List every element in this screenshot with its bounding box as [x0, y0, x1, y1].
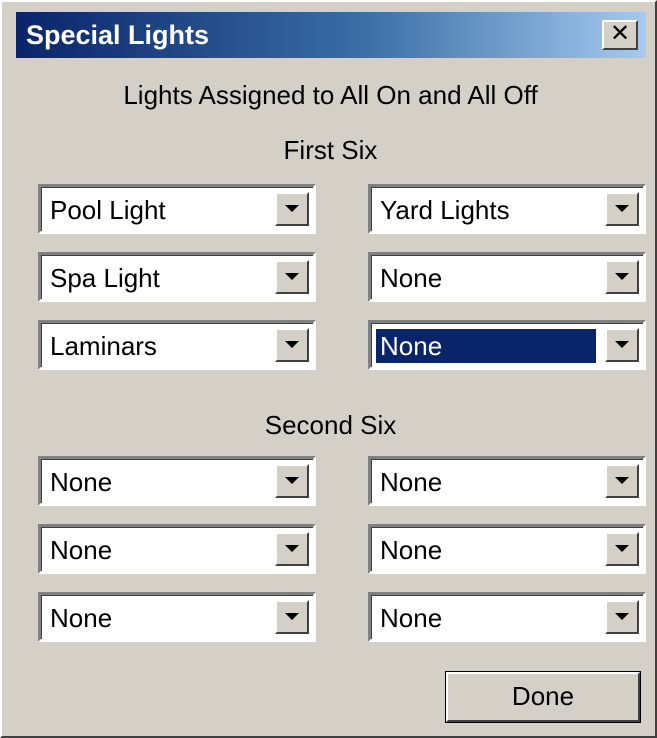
- first-six-dropdown-2[interactable]: Yard Lights: [368, 184, 646, 234]
- dropdown-value: None: [50, 467, 113, 497]
- dropdown-arrow-button[interactable]: [605, 464, 639, 498]
- chevron-down-icon: [285, 613, 299, 620]
- first-six-dropdown-6[interactable]: None: [368, 320, 646, 370]
- close-icon: ✕: [609, 20, 631, 47]
- dropdown-value: Yard Lights: [380, 195, 510, 225]
- dropdown-value: None: [375, 328, 597, 364]
- first-six-label: First Six: [283, 135, 378, 165]
- chevron-down-icon: [285, 477, 299, 484]
- first-six-dropdown-3[interactable]: Spa Light: [38, 252, 316, 302]
- dropdown-value: None: [380, 467, 443, 497]
- dropdown-value: None: [380, 603, 443, 633]
- second-six-dropdown-5[interactable]: None: [38, 592, 316, 642]
- first-six-dropdown-4[interactable]: None: [368, 252, 646, 302]
- chevron-down-icon: [615, 477, 629, 484]
- close-button[interactable]: ✕: [602, 20, 638, 50]
- chevron-down-icon: [615, 205, 629, 212]
- dropdown-arrow-button[interactable]: [275, 192, 309, 226]
- dropdown-arrow-button[interactable]: [605, 328, 639, 362]
- second-six-dropdown-6[interactable]: None: [368, 592, 646, 642]
- special-lights-dialog: Special Lights ✕ Lights Assigned to All …: [0, 0, 657, 738]
- dropdown-arrow-button[interactable]: [275, 260, 309, 294]
- dropdown-arrow-button[interactable]: [605, 600, 639, 634]
- chevron-down-icon: [285, 205, 299, 212]
- dialog-heading: Lights Assigned to All On and All Off: [123, 80, 538, 110]
- dropdown-value: Spa Light: [50, 263, 160, 293]
- window-title: Special Lights: [26, 20, 210, 50]
- dropdown-arrow-button[interactable]: [275, 464, 309, 498]
- dropdown-arrow-button[interactable]: [605, 260, 639, 294]
- chevron-down-icon: [615, 341, 629, 348]
- chevron-down-icon: [615, 613, 629, 620]
- chevron-down-icon: [285, 273, 299, 280]
- chevron-down-icon: [285, 545, 299, 552]
- dropdown-arrow-button[interactable]: [605, 532, 639, 566]
- first-six-dropdown-1[interactable]: Pool Light: [38, 184, 316, 234]
- title-bar[interactable]: Special Lights ✕: [16, 12, 646, 58]
- first-six-dropdown-5[interactable]: Laminars: [38, 320, 316, 370]
- second-six-dropdown-1[interactable]: None: [38, 456, 316, 506]
- dropdown-value: None: [50, 535, 113, 565]
- dropdown-value: None: [380, 535, 443, 565]
- dropdown-arrow-button[interactable]: [275, 328, 309, 362]
- second-six-label: Second Six: [264, 410, 397, 440]
- dropdown-value: None: [380, 263, 443, 293]
- chevron-down-icon: [615, 545, 629, 552]
- second-six-dropdown-4[interactable]: None: [368, 524, 646, 574]
- second-six-dropdown-2[interactable]: None: [368, 456, 646, 506]
- dropdown-arrow-button[interactable]: [275, 600, 309, 634]
- dropdown-arrow-button[interactable]: [605, 192, 639, 226]
- dropdown-arrow-button[interactable]: [275, 532, 309, 566]
- dropdown-value: Pool Light: [50, 195, 166, 225]
- dropdown-value: Laminars: [50, 331, 157, 361]
- dropdown-value: None: [50, 603, 113, 633]
- done-button[interactable]: Done: [445, 671, 641, 723]
- chevron-down-icon: [615, 273, 629, 280]
- chevron-down-icon: [285, 341, 299, 348]
- second-six-dropdown-3[interactable]: None: [38, 524, 316, 574]
